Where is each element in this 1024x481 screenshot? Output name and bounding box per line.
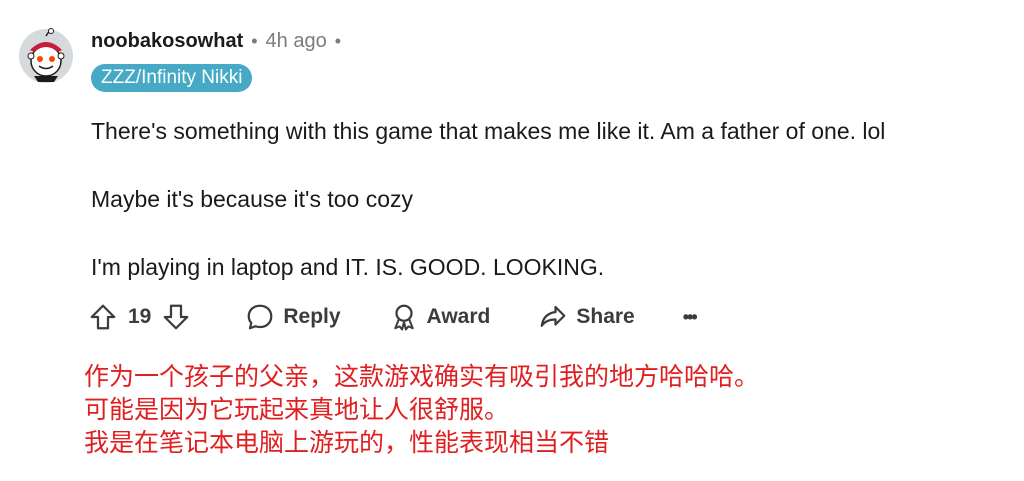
comment-paragraph: There's something with this game that ma… (91, 118, 886, 144)
award-label: Award (426, 305, 491, 328)
translation-line: 可能是因为它玩起来真地让人很舒服。 (84, 395, 510, 424)
avatar[interactable] (18, 28, 74, 84)
snoo-avatar-icon (19, 28, 73, 83)
translation-line: 我是在笔记本电脑上游玩的，性能表现相当不错 (84, 428, 610, 457)
reply-button[interactable]: Reply (245, 302, 341, 332)
comment-header: noobakosowhat • 4h ago • (91, 30, 341, 53)
translation-line: 作为一个孩子的父亲，这款游戏确实有吸引我的地方哈哈哈。 (84, 362, 760, 391)
separator-dot-trailing: • (334, 31, 342, 51)
timestamp[interactable]: 4h ago (266, 30, 327, 53)
arrow-down-icon (163, 304, 189, 330)
vote-count: 19 (128, 305, 152, 328)
reply-label: Reply (283, 305, 341, 328)
award-button[interactable]: Award (389, 302, 491, 332)
comment-action-bar: 19 Reply Award Share ••• (88, 302, 698, 332)
user-flair: ZZZ/Infinity Nikki (91, 64, 253, 92)
more-options-icon: ••• (682, 306, 698, 327)
award-ribbon-icon (393, 304, 414, 331)
comment-body: There's something with this game that ma… (91, 114, 885, 284)
comment-paragraph: I'm playing in laptop and IT. IS. GOOD. … (91, 254, 605, 280)
downvote-button[interactable] (161, 302, 191, 332)
share-arrow-icon (540, 305, 566, 327)
upvote-button[interactable] (88, 302, 118, 332)
separator-dot: • (251, 31, 258, 51)
speech-bubble-icon (247, 304, 273, 330)
chinese-translation: 作为一个孩子的父亲，这款游戏确实有吸引我的地方哈哈哈。 可能是因为它玩起来真地让… (84, 360, 759, 459)
comment-paragraph: Maybe it's because it's too cozy (91, 186, 413, 212)
vote-controls: 19 (88, 302, 191, 332)
more-options-button[interactable]: ••• (682, 306, 698, 328)
share-button[interactable]: Share (538, 302, 635, 332)
username-link[interactable]: noobakosowhat (91, 30, 243, 53)
arrow-up-icon (90, 304, 116, 330)
share-label: Share (576, 305, 635, 328)
